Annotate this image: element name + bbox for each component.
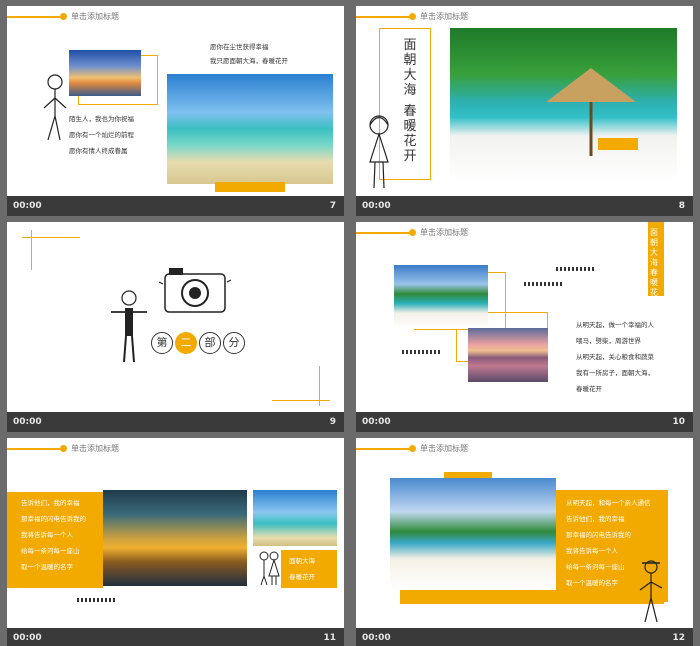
slide-thumbnail-7[interactable]: 单击添加标题 愿你在尘世获得幸福 我只愿面朝大海，春暖花开 陌生人，我也为你祝福…	[7, 6, 344, 216]
poem-line: 从明天起，和每一个亲人通信	[566, 499, 651, 507]
stick-figure-illustration	[111, 290, 147, 363]
slide-thumbnail-9[interactable]: 第 二 部 分 00:00 9	[7, 222, 344, 432]
sunset-sea-photo	[468, 328, 548, 382]
beach-umbrellas-photo	[390, 478, 556, 590]
beach-coast-photo	[167, 74, 333, 184]
header-dot	[409, 229, 416, 236]
beach-coast-photo	[253, 490, 337, 546]
slide-title: 单击添加标题	[71, 444, 119, 453]
section-char-highlight: 二	[175, 332, 197, 354]
vertical-title: 面朝大海春暖花开	[650, 228, 658, 307]
stick-figure-illustration	[639, 560, 663, 623]
poem-line: 愿你在尘世获得幸福	[210, 43, 269, 51]
header-dot	[60, 13, 67, 20]
corner-line	[319, 366, 320, 406]
section-char: 部	[199, 332, 221, 354]
poem-line: 愿你有情人终成眷属	[69, 147, 128, 155]
header-dot	[409, 445, 416, 452]
poem-line: 愿你有一个灿烂的前程	[69, 131, 134, 139]
wavy-decoration	[556, 267, 596, 271]
poem-line: 我只愿面朝大海，春暖花开	[210, 57, 288, 65]
couple-illustration	[259, 551, 280, 586]
slide-number: 7	[329, 201, 336, 211]
wavy-decoration	[402, 350, 442, 354]
slide-timing: 00:00	[362, 201, 391, 211]
slide-canvas: 第 二 部 分	[7, 222, 344, 412]
slide-number: 9	[329, 417, 336, 427]
header-dot	[409, 13, 416, 20]
tag-line: 春暖花开	[289, 573, 315, 581]
beach-umbrellas-photo	[394, 265, 488, 329]
slide-number: 8	[678, 201, 685, 211]
sunset-clouds-photo	[103, 490, 247, 586]
slide-title: 单击添加标题	[420, 444, 468, 453]
header-line	[7, 16, 62, 18]
corner-line	[31, 230, 32, 270]
slide-title: 单击添加标题	[420, 12, 468, 21]
vertical-title-col1: 面朝大海	[403, 38, 417, 98]
slide-thumbnail-10[interactable]: 单击添加标题 面朝大海春暖花开 从明天起，做一个幸福的人 喂马，劈柴，周游世界 …	[356, 222, 693, 432]
slide-timing: 00:00	[13, 633, 42, 643]
camera-icon	[159, 268, 231, 313]
slide-timing: 00:00	[362, 417, 391, 427]
slide-footer: 00:00 9	[7, 412, 344, 432]
slide-thumbnail-8[interactable]: 单击添加标题 面朝大海 春暖花开 00:00 8	[356, 6, 693, 216]
poem-line: 我有一所房子，面朝大海，	[576, 369, 654, 377]
accent-bar	[215, 182, 285, 192]
header-line	[356, 448, 411, 450]
corner-line	[272, 400, 330, 401]
slide-canvas: 单击添加标题 面朝大海春暖花开 从明天起，做一个幸福的人 喂马，劈柴，周游世界 …	[356, 222, 693, 412]
poem-line: 取一个温暖的名字	[21, 563, 73, 571]
slide-title: 单击添加标题	[71, 12, 119, 21]
tag-line: 面朝大海	[289, 557, 315, 565]
girl-figure-illustration	[369, 115, 389, 189]
stick-figure-illustration	[43, 74, 67, 141]
poem-line: 我将告诉每一个人	[21, 531, 73, 539]
header-line	[356, 232, 411, 234]
poem-line: 取一个温暖的名字	[566, 579, 618, 587]
slide-footer: 00:00 10	[356, 412, 693, 432]
header-dot	[60, 445, 67, 452]
poem-line: 陌生人，我也为你祝福	[69, 115, 134, 123]
section-char: 分	[223, 332, 245, 354]
slide-footer: 00:00 8	[356, 196, 693, 216]
header-line	[7, 448, 62, 450]
slide-number: 12	[672, 633, 685, 643]
section-char: 第	[151, 332, 173, 354]
slide-canvas: 单击添加标题 从明天起，和每一个亲人通信 告诉他们，我的幸福 那幸福的闪电告诉我…	[356, 438, 693, 628]
slide-number: 10	[672, 417, 685, 427]
slide-timing: 00:00	[362, 633, 391, 643]
slide-canvas: 单击添加标题 愿你在尘世获得幸福 我只愿面朝大海，春暖花开 陌生人，我也为你祝福…	[7, 6, 344, 196]
poem-line: 告诉他们，我的幸福	[566, 515, 625, 523]
wavy-decoration	[524, 282, 564, 286]
slide-title: 单击添加标题	[420, 228, 468, 237]
header-line	[356, 16, 411, 18]
poem-line: 给每一条河每一座山	[21, 547, 80, 555]
slide-footer: 00:00 11	[7, 628, 344, 646]
poem-line: 告诉他们，我的幸福	[21, 499, 80, 507]
slide-thumbnail-11[interactable]: 单击添加标题 告诉他们，我的幸福 那幸福的闪电告诉我的 我将告诉每一个人 给每一…	[7, 438, 344, 646]
poem-line: 春暖花开	[576, 385, 602, 393]
poem-line: 从明天起，关心粮食和蔬菜	[576, 353, 654, 361]
poem-line: 给每一条河每一座山	[566, 563, 625, 571]
slide-timing: 00:00	[13, 417, 42, 427]
poem-line: 那幸福的闪电告诉我的	[566, 531, 631, 539]
poem-line: 喂马，劈柴，周游世界	[576, 337, 641, 345]
poem-line: 那幸福的闪电告诉我的	[21, 515, 86, 523]
slide-canvas: 单击添加标题 告诉他们，我的幸福 那幸福的闪电告诉我的 我将告诉每一个人 给每一…	[7, 438, 344, 628]
poem-line: 从明天起，做一个幸福的人	[576, 321, 654, 329]
vertical-title-col2: 春暖花开	[403, 104, 417, 164]
slide-footer: 00:00 12	[356, 628, 693, 646]
slide-grid: 单击添加标题 愿你在尘世获得幸福 我只愿面朝大海，春暖花开 陌生人，我也为你祝福…	[0, 0, 700, 646]
poem-line: 我将告诉每一个人	[566, 547, 618, 555]
sunset-clouds-photo	[69, 50, 141, 96]
thatched-umbrella	[546, 68, 638, 156]
slide-canvas: 单击添加标题 面朝大海 春暖花开	[356, 6, 693, 196]
slide-footer: 00:00 7	[7, 196, 344, 216]
slide-thumbnail-12[interactable]: 单击添加标题 从明天起，和每一个亲人通信 告诉他们，我的幸福 那幸福的闪电告诉我…	[356, 438, 693, 646]
slide-timing: 00:00	[13, 201, 42, 211]
wavy-decoration	[77, 598, 117, 602]
slide-number: 11	[323, 633, 336, 643]
